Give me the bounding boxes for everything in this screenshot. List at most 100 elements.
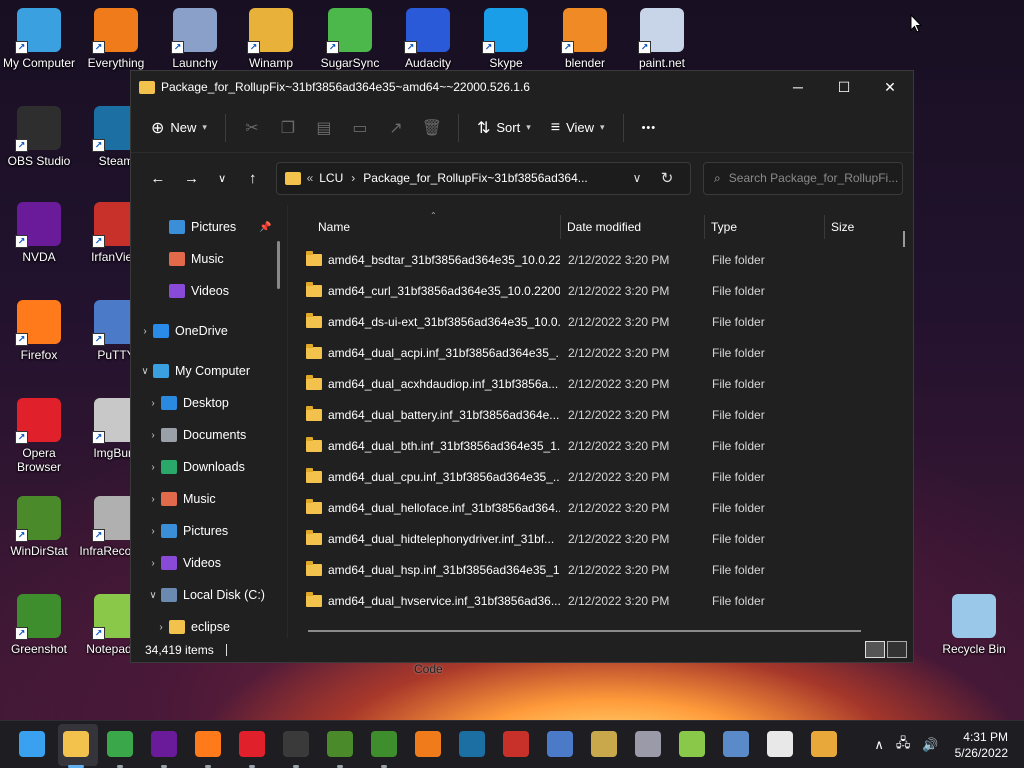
- nav-item-eclipse[interactable]: › eclipse: [153, 613, 230, 638]
- table-row[interactable]: amd64_dual_acxhdaudiop.inf_31bf3856a... 2…: [288, 369, 899, 399]
- address-bar[interactable]: « LCU › Package_for_RollupFix~31bf3856ad…: [275, 161, 692, 195]
- view-button[interactable]: ≡ View ▾: [541, 112, 615, 144]
- delete-button[interactable]: 🗑: [414, 112, 450, 144]
- table-row[interactable]: amd64_dual_bth.inf_31bf3856ad364e35_1...…: [288, 431, 899, 461]
- ftp-icon[interactable]: [811, 731, 837, 757]
- chevron-down-icon[interactable]: ∨: [145, 590, 161, 601]
- nav-item-videos[interactable]: Videos: [153, 277, 229, 305]
- column-divider[interactable]: [704, 215, 705, 239]
- table-row[interactable]: amd64_dual_battery.inf_31bf3856ad364e...…: [288, 400, 899, 430]
- new-button[interactable]: ⊕ New ▾: [141, 112, 217, 144]
- table-row[interactable]: amd64_dual_acpi.inf_31bf3856ad364e35_...…: [288, 338, 899, 368]
- nav-item-local-disk-c-[interactable]: ∨ Local Disk (C:): [145, 581, 265, 609]
- navigation-pane[interactable]: Pictures 📌 Music Videos › OneDrive ∨ My Compute…: [131, 205, 283, 638]
- chevron-down-icon[interactable]: ∨: [137, 366, 153, 377]
- more-options-button[interactable]: •••: [632, 112, 667, 144]
- chevron-right-icon[interactable]: ›: [145, 462, 161, 473]
- chevron-right-icon[interactable]: ›: [145, 494, 161, 505]
- infrarecorder-icon[interactable]: [635, 731, 661, 757]
- desktop-icon-opera-browser[interactable]: ↗ Opera Browser: [1, 398, 77, 474]
- volume-icon[interactable]: 🔊: [922, 737, 938, 753]
- desktop-icon-my-computer[interactable]: ↗ My Computer: [1, 8, 77, 70]
- table-row[interactable]: amd64_curl_31bf3856ad364e35_10.0.2200...…: [288, 276, 899, 306]
- nvda-icon[interactable]: [151, 731, 177, 757]
- windirstat-icon[interactable]: [327, 731, 353, 757]
- chevron-up-icon[interactable]: ∧: [874, 737, 884, 753]
- paste-button[interactable]: ▤: [306, 112, 342, 144]
- up-button[interactable]: ↑: [236, 163, 270, 193]
- refresh-button[interactable]: ↻: [652, 169, 682, 187]
- nav-item-my-computer[interactable]: ∨ My Computer: [137, 357, 250, 385]
- recent-locations-button[interactable]: ∨: [208, 163, 236, 193]
- tiles-view-button[interactable]: [887, 641, 907, 658]
- horizontal-scrollbar-thumb[interactable]: [308, 630, 861, 632]
- breadcrumb-lcu[interactable]: LCU: [319, 171, 343, 185]
- mail-icon[interactable]: [723, 731, 749, 757]
- desktop-icon-winamp[interactable]: ↗ Winamp: [233, 8, 309, 70]
- column-divider[interactable]: [824, 215, 825, 239]
- chevron-right-icon[interactable]: ›: [145, 558, 161, 569]
- table-row[interactable]: amd64_ds-ui-ext_31bf3856ad364e35_10.0...…: [288, 307, 899, 337]
- desktop-icon-everything[interactable]: ↗ Everything: [78, 8, 154, 70]
- column-header-date[interactable]: Date modified: [567, 213, 641, 241]
- minimize-button[interactable]: ─: [775, 71, 821, 103]
- maximize-button[interactable]: ☐: [821, 71, 867, 103]
- chrome-icon[interactable]: [107, 731, 133, 757]
- notepadpp-icon[interactable]: [679, 731, 705, 757]
- back-button[interactable]: ←: [141, 163, 175, 193]
- search-input[interactable]: ⌕ Search Package_for_RollupFi...: [703, 161, 904, 195]
- chevron-right-icon[interactable]: ›: [145, 398, 161, 409]
- desktop-icon-greenshot[interactable]: ↗ Greenshot: [1, 594, 77, 656]
- column-divider[interactable]: [560, 215, 561, 239]
- nav-item-onedrive[interactable]: › OneDrive: [137, 317, 228, 345]
- desktop-icon-nvda[interactable]: ↗ NVDA: [1, 202, 77, 264]
- table-row[interactable]: amd64_dual_hsp.inf_31bf3856ad364e35_1...…: [288, 555, 899, 585]
- table-row[interactable]: amd64_dual_helloface.inf_31bf3856ad364..…: [288, 493, 899, 523]
- copy-button[interactable]: ❐: [270, 112, 306, 144]
- address-dropdown-button[interactable]: ∨: [622, 171, 652, 185]
- details-view-button[interactable]: [865, 641, 885, 658]
- network-icon[interactable]: 🖧: [896, 734, 911, 756]
- title-bar[interactable]: Package_for_RollupFix~31bf3856ad364e35~a…: [131, 71, 913, 103]
- chevron-right-icon[interactable]: ›: [145, 430, 161, 441]
- desktop-icon-skype[interactable]: ↗ Skype: [468, 8, 544, 70]
- forward-button[interactable]: →: [175, 163, 209, 193]
- nav-scrollbar[interactable]: [277, 241, 280, 289]
- desktop-icon-obs-studio[interactable]: ↗ OBS Studio: [1, 106, 77, 168]
- desktop-icon-recycle-bin[interactable]: Recycle Bin: [936, 594, 1012, 656]
- rename-button[interactable]: ▭: [342, 112, 378, 144]
- desktop-icon-paint-net[interactable]: ↗ paint.net: [624, 8, 700, 70]
- desktop-icon-firefox[interactable]: ↗ Firefox: [1, 300, 77, 362]
- file-explorer-icon[interactable]: [63, 731, 89, 757]
- nav-item-music[interactable]: › Music: [145, 485, 216, 513]
- nav-item-desktop[interactable]: › Desktop: [145, 389, 229, 417]
- imgburn-icon[interactable]: [591, 731, 617, 757]
- firefox-icon[interactable]: [195, 731, 221, 757]
- table-row[interactable]: amd64_dual_cpu.inf_31bf3856ad364e35_... 2…: [288, 462, 899, 492]
- nav-item-downloads[interactable]: › Downloads: [145, 453, 245, 481]
- breadcrumb-current[interactable]: Package_for_RollupFix~31bf3856ad364...: [363, 171, 588, 185]
- table-row[interactable]: amd64_bsdtar_31bf3856ad364e35_10.0.22...…: [288, 245, 899, 275]
- chevron-right-icon[interactable]: ›: [137, 326, 153, 337]
- cut-button[interactable]: ✂: [234, 112, 270, 144]
- desktop-icon-sugarsync[interactable]: ↗ SugarSync: [312, 8, 388, 70]
- irfanview-icon[interactable]: [503, 731, 529, 757]
- column-header-size[interactable]: Size: [831, 213, 854, 241]
- clock[interactable]: 4:31 PM 5/26/2022: [955, 729, 1008, 761]
- column-header-name[interactable]: Name: [318, 213, 350, 241]
- start-icon[interactable]: [19, 731, 45, 757]
- desktop-icon-audacity[interactable]: ↗ Audacity: [390, 8, 466, 70]
- vertical-scrollbar-thumb[interactable]: [903, 231, 905, 247]
- steam-icon[interactable]: [459, 731, 485, 757]
- obs-icon[interactable]: [283, 731, 309, 757]
- desktop-icon-windirstat[interactable]: ↗ WinDirStat: [1, 496, 77, 558]
- chevron-right-icon[interactable]: ›: [153, 622, 169, 633]
- everything-icon[interactable]: [415, 731, 441, 757]
- nav-item-pictures[interactable]: › Pictures: [145, 517, 228, 545]
- desktop-icon-blender[interactable]: ↗ blender: [547, 8, 623, 70]
- nav-item-pictures[interactable]: Pictures 📌: [153, 213, 271, 241]
- table-row[interactable]: amd64_dual_hidtelephonydriver.inf_31bf..…: [288, 524, 899, 554]
- opera-icon[interactable]: [239, 731, 265, 757]
- table-row[interactable]: amd64_dual_hvservice.inf_31bf3856ad36...…: [288, 586, 899, 616]
- nav-item-documents[interactable]: › Documents: [145, 421, 246, 449]
